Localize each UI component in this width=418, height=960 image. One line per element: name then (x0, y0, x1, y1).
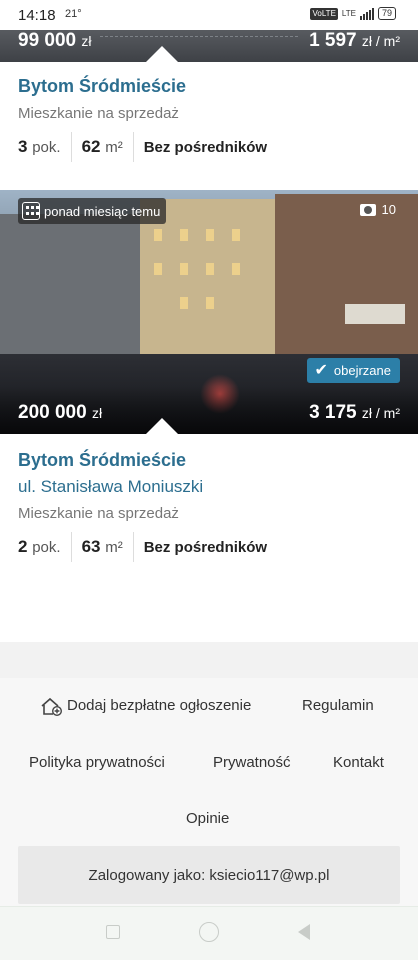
camera-icon (359, 203, 376, 216)
lte-label: LTE (341, 8, 356, 18)
logged-in-box: Zalogowany jako: ksiecio117@wp.pl (18, 846, 400, 904)
battery-icon: 79 (377, 7, 396, 20)
seen-badge: ✔ obejrzane (307, 358, 400, 383)
listing-2-price: 200 000 zł (18, 402, 103, 423)
status-temperature: 21° (65, 8, 82, 20)
check-icon: ✔ (314, 361, 328, 379)
privacy-policy-link[interactable]: Polityka prywatności (29, 754, 165, 771)
privacy-link[interactable]: Prywatność (213, 754, 291, 771)
android-nav-bar (0, 906, 418, 960)
listing-2-rooms: 2 pok. (18, 537, 61, 556)
divider (70, 532, 72, 562)
building-right (275, 194, 418, 364)
listing-1-agent: Bez pośredników (143, 138, 268, 156)
signal-icon (359, 7, 374, 20)
status-icons: VoLTE LTE 79 (310, 7, 396, 20)
volte-icon: VoLTE (310, 7, 338, 20)
contact-link[interactable]: Kontakt (333, 754, 384, 771)
add-listing-link[interactable]: Dodaj bezpłatne ogłoszenie (67, 697, 251, 714)
divider (70, 132, 72, 162)
photo-detail (100, 36, 298, 37)
status-time: 14:18 (18, 7, 56, 24)
listing-2-type: Mieszkanie na sprzedaż (18, 505, 179, 522)
seen-badge-label: obejrzane (333, 363, 391, 378)
photo-count: 10 (381, 202, 396, 217)
date-badge: ponad miesiąc temu (18, 198, 167, 224)
listing-2-photo[interactable]: ponad miesiąc temu 10 ✔ obejrzane 200 00… (0, 190, 418, 434)
listing-1-facts: 3 pok. 62 m² Bez pośredników (18, 132, 398, 162)
logged-in-label: Zalogowany jako: ksiecio117@wp.pl (88, 866, 330, 884)
listing-1-details[interactable]: Bytom Śródmieście Mieszkanie na sprzedaż… (18, 76, 398, 162)
listing-2-facts: 2 pok. 63 m² Bez pośredników (18, 532, 398, 562)
divider (132, 532, 134, 562)
opinions-link[interactable]: Opinie (186, 810, 229, 827)
listing-1-area: 62 m² (81, 137, 123, 156)
card-notch (146, 46, 178, 62)
listing-1-rooms: 3 pok. (18, 137, 61, 156)
listing-2-area: 63 m² (81, 537, 123, 556)
listing-1-price-per-m2: 1 597 zł / m² (309, 30, 400, 51)
footer-band (0, 642, 418, 678)
listing-2-location[interactable]: Bytom Śródmieście (18, 450, 398, 471)
divider (132, 132, 134, 162)
recent-apps-icon[interactable] (106, 925, 120, 939)
date-badge-label: ponad miesiąc temu (44, 203, 161, 219)
listing-2-agent: Bez pośredników (143, 538, 268, 556)
listing-1-photo[interactable]: 99 000 zł 1 597 zł / m² (0, 26, 418, 62)
listing-2-details[interactable]: Bytom Śródmieście ul. Stanisława Moniusz… (18, 450, 398, 562)
listing-1-price: 99 000 zł (18, 30, 92, 51)
photo-count-badge: 10 (359, 202, 396, 217)
add-home-icon (41, 697, 62, 716)
listing-1-location[interactable]: Bytom Śródmieście (18, 76, 398, 97)
listing-2-street[interactable]: ul. Stanisława Moniuszki (18, 477, 398, 497)
listing-2-price-per-m2: 3 175 zł / m² (309, 402, 400, 423)
listing-1-type: Mieszkanie na sprzedaż (18, 105, 179, 122)
building-left (0, 214, 150, 364)
card-notch (146, 418, 178, 434)
home-icon[interactable] (199, 922, 219, 942)
back-icon[interactable] (298, 924, 310, 940)
status-bar: 14:18 21° VoLTE LTE 79 (0, 0, 418, 30)
terms-link[interactable]: Regulamin (302, 697, 374, 714)
calendar-icon (22, 202, 40, 220)
